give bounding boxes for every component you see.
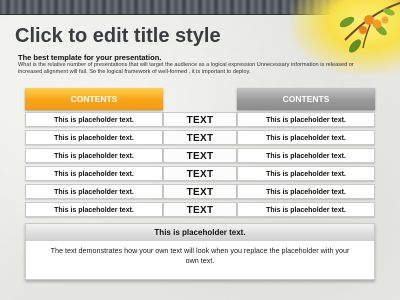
right-cell: This is placeholder text. bbox=[237, 166, 375, 181]
left-cell: This is placeholder text. bbox=[25, 184, 163, 199]
right-column-header: CONTENTS bbox=[237, 88, 375, 110]
mid-cell: TEXT bbox=[163, 148, 237, 163]
left-cell: This is placeholder text. bbox=[25, 202, 163, 217]
right-cell: This is placeholder text. bbox=[237, 130, 375, 145]
slide-description: What is the relative number of presentat… bbox=[18, 62, 354, 75]
mid-cell: TEXT bbox=[163, 166, 237, 181]
left-cell: This is placeholder text. bbox=[25, 148, 163, 163]
mid-cell: TEXT bbox=[163, 202, 237, 217]
right-cell: This is placeholder text. bbox=[237, 112, 375, 127]
slide-title[interactable]: Click to edit title style bbox=[15, 25, 221, 48]
right-cell: This is placeholder text. bbox=[237, 202, 375, 217]
left-column-header: CONTENTS bbox=[25, 88, 163, 110]
right-cell: This is placeholder text. bbox=[237, 184, 375, 199]
right-cell: This is placeholder text. bbox=[237, 148, 375, 163]
mid-cell: TEXT bbox=[163, 184, 237, 199]
mid-cell: TEXT bbox=[163, 112, 237, 127]
left-cell: This is placeholder text. bbox=[25, 130, 163, 145]
left-cell: This is placeholder text. bbox=[25, 112, 163, 127]
left-cell: This is placeholder text. bbox=[25, 166, 163, 181]
mid-cell: TEXT bbox=[163, 130, 237, 145]
box-body-text: The text demonstrates how your own text … bbox=[50, 246, 350, 265]
box-heading: This is placeholder text. bbox=[26, 224, 374, 241]
placeholder-text-box[interactable]: This is placeholder text. The text demon… bbox=[25, 223, 375, 280]
slide-subtitle: The best template for your presentation. bbox=[18, 53, 162, 62]
citrus-branch-decoration bbox=[339, 2, 400, 53]
